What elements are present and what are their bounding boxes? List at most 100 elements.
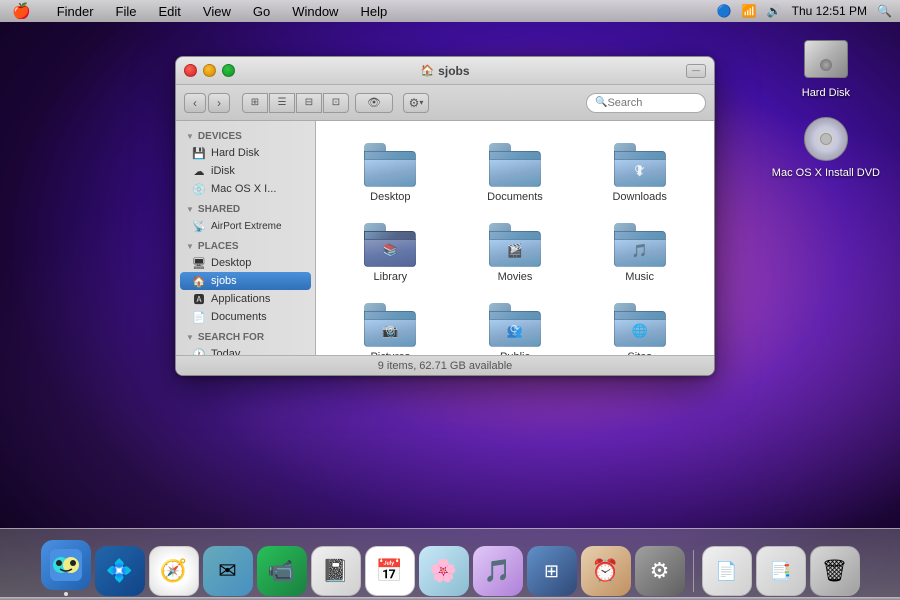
safari-symbol: 🧭 xyxy=(160,558,187,584)
search-icon: 🔍 xyxy=(595,97,607,108)
movies-folder-icon: 🎬 xyxy=(489,223,541,267)
spotlight-icon[interactable]: 🔍 xyxy=(877,4,892,18)
sidebar-item-airport[interactable]: 📡 AirPort Extreme xyxy=(176,217,315,235)
dashboard-dock-icon: 💠 xyxy=(95,546,145,596)
sidebar-item-hard-disk[interactable]: 💾 Hard Disk xyxy=(176,144,315,162)
file-item-sites[interactable]: 🌐 Sites xyxy=(581,297,698,355)
dock-items: 💠 🧭 ✉ 📹 📓 � xyxy=(25,540,876,600)
mail-symbol: ✉ xyxy=(218,558,236,584)
file-item-pictures[interactable]: 📷 Pictures xyxy=(332,297,449,355)
icon-view-button[interactable]: ⊞ xyxy=(242,93,268,113)
gear-icon: ⚙ xyxy=(409,96,420,110)
search-input[interactable] xyxy=(607,97,687,109)
titlebar: 🏠 sjobs — xyxy=(176,57,714,85)
file-item-downloads[interactable]: ⬇ Downloads xyxy=(581,137,698,209)
list-view-button[interactable]: ☰ xyxy=(269,93,295,113)
file-item-public[interactable]: 👥 Public xyxy=(457,297,574,355)
iphoto-dock-icon: 🌸 xyxy=(419,546,469,596)
action-button[interactable]: ⚙ ▾ xyxy=(403,93,429,113)
file-item-desktop[interactable]: Desktop xyxy=(332,137,449,209)
back-button[interactable]: ‹ xyxy=(184,93,206,113)
collapse-button[interactable]: — xyxy=(686,64,706,78)
dock-item-sys-pref[interactable]: ⚙ xyxy=(635,546,685,596)
column-view-button[interactable]: ⊟ xyxy=(296,93,322,113)
dock-container: 💠 🧭 ✉ 📹 📓 � xyxy=(0,520,900,600)
cover-flow-button[interactable]: ⊡ xyxy=(323,93,349,113)
documents-icon: 📄 xyxy=(192,310,206,324)
sidebar-item-desktop[interactable]: 🖥 Desktop xyxy=(176,254,315,272)
file-menu[interactable]: File xyxy=(112,4,141,19)
dock-item-facetime[interactable]: 📹 xyxy=(257,546,307,596)
sidebar-item-applications[interactable]: 🅰 Applications xyxy=(176,290,315,308)
file-item-documents[interactable]: Documents xyxy=(457,137,574,209)
desktop-icon: 🖥 xyxy=(192,256,206,270)
forward-button[interactable]: › xyxy=(208,93,230,113)
statusbar: 9 items, 62.71 GB available xyxy=(176,355,714,375)
dock-item-pdf1[interactable]: 📄 xyxy=(702,546,752,596)
dock-item-dashboard[interactable]: 💠 xyxy=(95,546,145,596)
sidebar-section-search: ▼ SEARCH FOR xyxy=(176,326,315,345)
dock-item-trash[interactable]: 🗑 xyxy=(810,546,860,596)
file-item-library[interactable]: 📚 Library xyxy=(332,217,449,289)
downloads-folder-label: Downloads xyxy=(612,191,666,203)
today-icon: 🕐 xyxy=(192,347,206,355)
dock-item-finder[interactable] xyxy=(41,540,91,596)
sidebar-item-documents[interactable]: 📄 Documents xyxy=(176,308,315,326)
today-label: Today xyxy=(211,348,240,355)
triangle-icon-search: ▼ xyxy=(186,333,194,342)
view-menu[interactable]: View xyxy=(199,4,235,19)
sidebar-section-places: ▼ PLACES xyxy=(176,235,315,254)
desktop-icons: Hard Disk Mac OS X Install DVD xyxy=(772,35,880,179)
edit-menu[interactable]: Edit xyxy=(155,4,185,19)
minimize-button[interactable] xyxy=(203,64,216,77)
sidebar-item-macosx[interactable]: 💿 Mac OS X I... xyxy=(176,180,315,198)
library-folder-label: Library xyxy=(374,271,408,283)
folder-front: 🎬 xyxy=(489,239,541,267)
dock-item-itunes[interactable]: 🎵 xyxy=(473,546,523,596)
dashboard-symbol: 💠 xyxy=(106,558,133,584)
desktop-icon-dvd[interactable]: Mac OS X Install DVD xyxy=(772,115,880,179)
finder-menu[interactable]: Finder xyxy=(53,4,98,19)
sidebar-section-devices: ▼ DEVICES xyxy=(176,125,315,144)
dock-item-time-machine[interactable]: ⏰ xyxy=(581,546,631,596)
pictures-folder-icon: 📷 xyxy=(364,303,416,347)
folder-front: 👥 xyxy=(489,319,541,347)
airport-icon: 📡 xyxy=(192,219,206,233)
devices-label: DEVICES xyxy=(198,131,242,142)
sidebar-item-today[interactable]: 🕐 Today xyxy=(176,345,315,355)
maximize-button[interactable] xyxy=(222,64,235,77)
dock-item-ical[interactable]: 📅 xyxy=(365,546,415,596)
apple-menu[interactable]: 🍎 xyxy=(8,2,35,20)
dock-item-iphoto[interactable]: 🌸 xyxy=(419,546,469,596)
dock-item-pdf2[interactable]: 📑 xyxy=(756,546,806,596)
dock-item-mail[interactable]: ✉ xyxy=(203,546,253,596)
sidebar-item-sjobs[interactable]: 🏠 sjobs xyxy=(180,272,311,290)
window-menu[interactable]: Window xyxy=(288,4,342,19)
view-mode-buttons: ⊞ ☰ ⊟ ⊡ xyxy=(242,93,349,113)
quick-look-button[interactable]: 👁 xyxy=(355,93,393,113)
help-menu[interactable]: Help xyxy=(356,4,391,19)
folder-front: ⬇ xyxy=(614,159,666,187)
menubar-right: 🔵 📶 🔊 Thu 12:51 PM 🔍 xyxy=(717,4,892,18)
public-icon-symbol: 👥 xyxy=(507,323,523,339)
traffic-lights xyxy=(184,64,235,77)
trash-symbol: 🗑 xyxy=(821,558,849,584)
close-button[interactable] xyxy=(184,64,197,77)
sidebar-item-idisk[interactable]: ☁ iDisk xyxy=(176,162,315,180)
dock-item-safari[interactable]: 🧭 xyxy=(149,546,199,596)
triangle-icon-shared: ▼ xyxy=(186,205,194,214)
dvd-label: Mac OS X Install DVD xyxy=(772,167,880,179)
desktop-icon-hard-disk[interactable]: Hard Disk xyxy=(802,35,850,99)
address-book-dock-icon: 📓 xyxy=(311,546,361,596)
ical-dock-icon: 📅 xyxy=(365,546,415,596)
go-menu[interactable]: Go xyxy=(249,4,274,19)
file-item-movies[interactable]: 🎬 Movies xyxy=(457,217,574,289)
window-body: ▼ DEVICES 💾 Hard Disk ☁ iDisk 💿 Mac OS X… xyxy=(176,121,714,355)
eye-icon: 👁 xyxy=(367,96,381,109)
dvd-icon xyxy=(804,117,848,161)
dock-item-address-book[interactable]: 📓 xyxy=(311,546,361,596)
dock-item-expose[interactable]: ⊞ xyxy=(527,546,577,596)
file-item-music[interactable]: 🎵 Music xyxy=(581,217,698,289)
downloads-folder-icon: ⬇ xyxy=(614,143,666,187)
pdf2-dock-icon: 📑 xyxy=(756,546,806,596)
